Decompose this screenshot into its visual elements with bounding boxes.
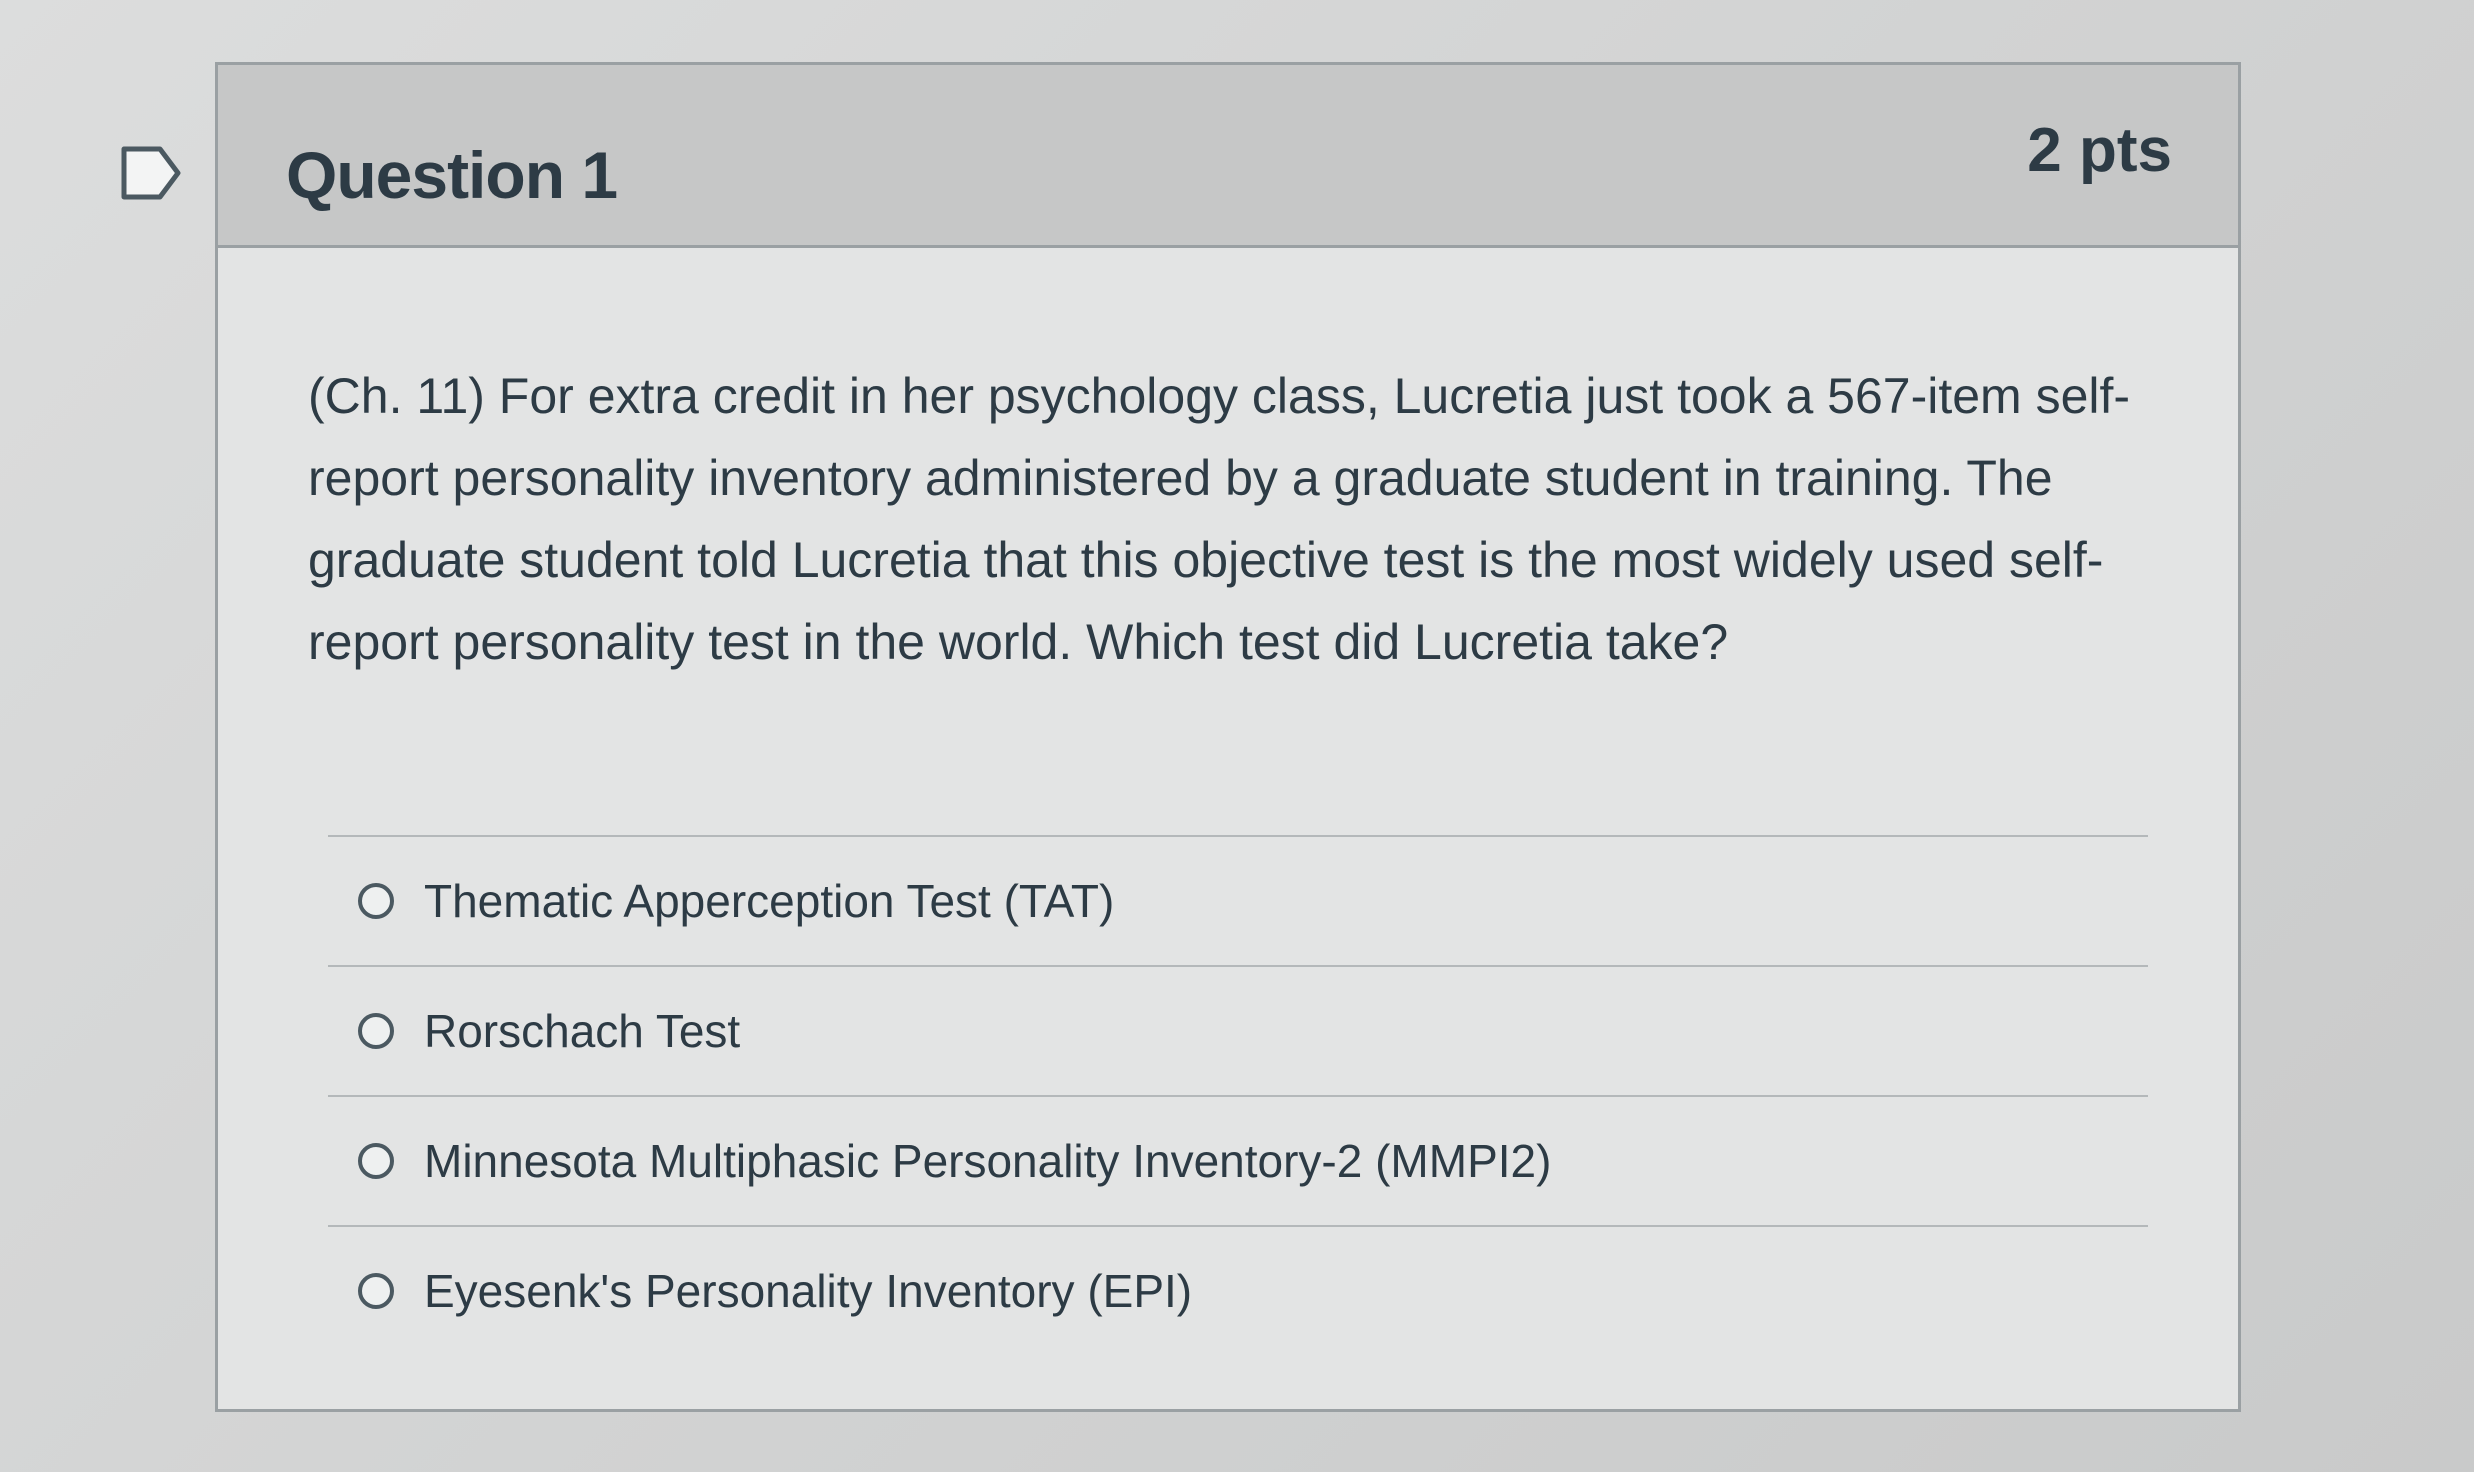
- question-header: Question 1 2 pts: [218, 65, 2238, 248]
- quiz-page: Question 1 2 pts (Ch. 11) For extra cred…: [0, 0, 2474, 1472]
- flag-question-icon[interactable]: [120, 145, 182, 201]
- question-text: (Ch. 11) For extra credit in her psychol…: [308, 368, 2131, 670]
- radio-button[interactable]: [358, 1273, 394, 1309]
- answer-option-rorschach[interactable]: Rorschach Test: [328, 965, 2148, 1095]
- question-card: Question 1 2 pts (Ch. 11) For extra cred…: [215, 62, 2241, 1412]
- answer-label[interactable]: Thematic Apperception Test (TAT): [424, 874, 1114, 928]
- question-points: 2 pts: [2027, 116, 2172, 185]
- answer-label[interactable]: Eyesenk's Personality Inventory (EPI): [424, 1264, 1192, 1318]
- question-title: Question 1: [286, 138, 618, 212]
- answer-label[interactable]: Rorschach Test: [424, 1004, 740, 1058]
- answer-option-mmpi2[interactable]: Minnesota Multiphasic Personality Invent…: [328, 1095, 2148, 1225]
- radio-button[interactable]: [358, 883, 394, 919]
- radio-button[interactable]: [358, 1013, 394, 1049]
- answer-list: Thematic Apperception Test (TAT) Rorscha…: [328, 835, 2148, 1355]
- answer-option-epi[interactable]: Eyesenk's Personality Inventory (EPI): [328, 1225, 2148, 1355]
- answer-label[interactable]: Minnesota Multiphasic Personality Invent…: [424, 1134, 1551, 1188]
- radio-button[interactable]: [358, 1143, 394, 1179]
- answer-option-tat[interactable]: Thematic Apperception Test (TAT): [328, 835, 2148, 965]
